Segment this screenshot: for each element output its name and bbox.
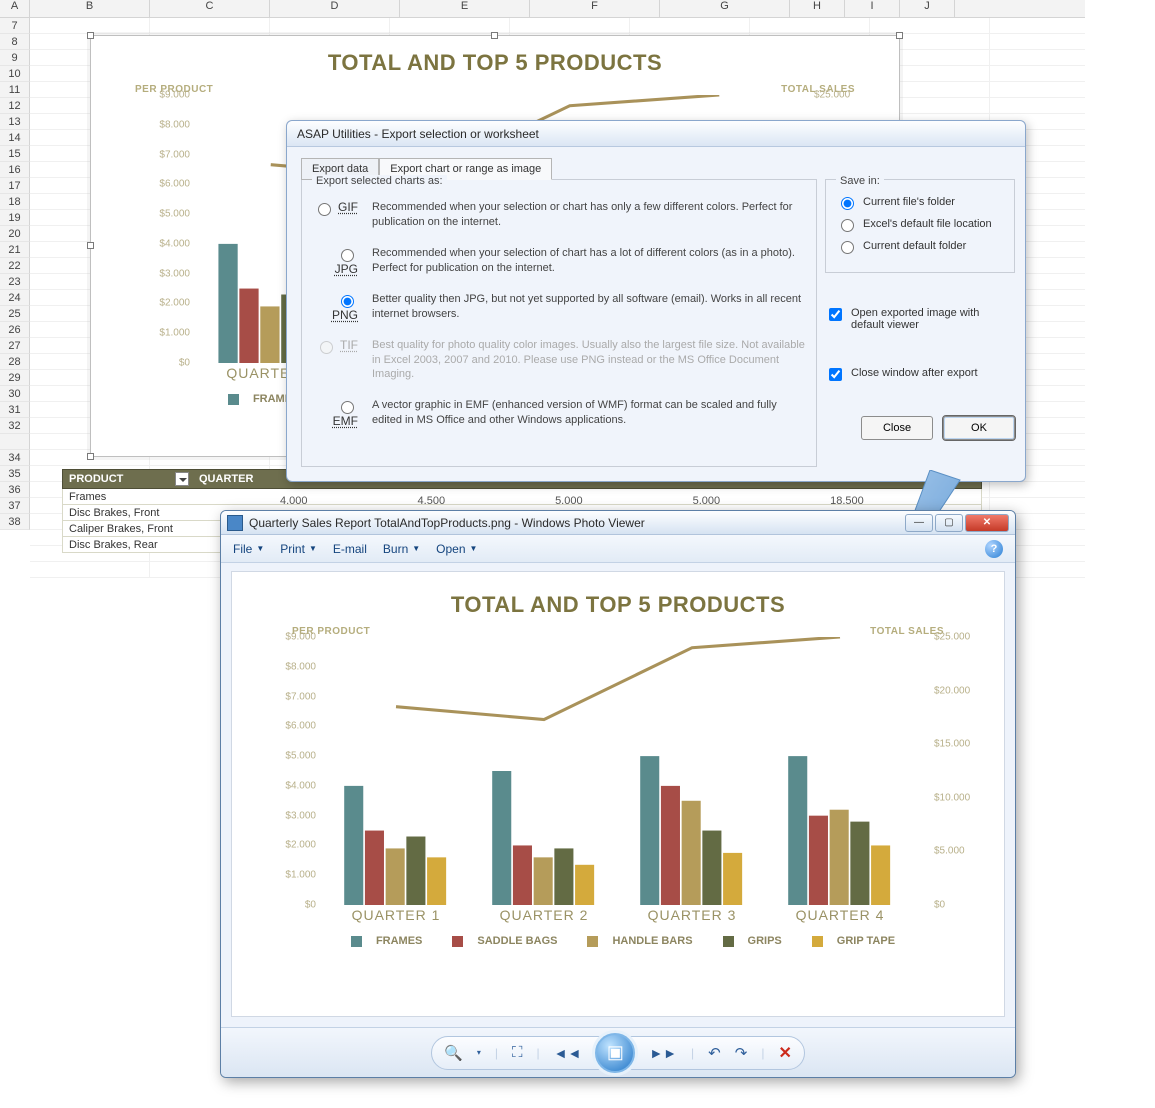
- chk-close-after[interactable]: [829, 368, 842, 381]
- pv-canvas: TOTAL AND TOP 5 PRODUCTSPER PRODUCTTOTAL…: [231, 571, 1005, 1017]
- bar: [427, 857, 446, 905]
- bar: [406, 837, 425, 905]
- chk-open-viewer[interactable]: [829, 308, 842, 321]
- chart-title: TOTAL AND TOP 5 PRODUCTS: [232, 578, 1004, 626]
- group-export-as: Export selected charts as:: [312, 175, 447, 187]
- close-window-button[interactable]: ✕: [965, 514, 1009, 532]
- legend-item: GRIPS: [713, 935, 782, 947]
- resize-handle[interactable]: [87, 32, 94, 39]
- pv-menubar: File▼ Print▼ E-mail Burn▼ Open▼ ?: [221, 535, 1015, 563]
- line-label: TOTAL: [862, 637, 896, 640]
- chk-close-after-label: Close window after export: [851, 367, 978, 379]
- legend: FRAMES SADDLE BAGS HANDLE BARS GRIPS GRIP TA…: [232, 927, 1004, 958]
- resize-handle[interactable]: [896, 32, 903, 39]
- column-headers: ABCDEFGHIJ: [0, 0, 1085, 18]
- savein-opt-0[interactable]: [841, 197, 854, 210]
- minimize-button[interactable]: —: [905, 514, 933, 532]
- bar: [260, 306, 279, 363]
- chk-open-viewer-label: Open exported image with default viewer: [851, 307, 1015, 331]
- pv-title-text: Quarterly Sales Report TotalAndTopProduc…: [249, 516, 903, 530]
- resize-handle[interactable]: [87, 453, 94, 460]
- menu-print[interactable]: Print▼: [280, 542, 317, 556]
- fmt-png-radio[interactable]: [341, 295, 354, 308]
- fmt-jpg-radio[interactable]: [341, 249, 354, 262]
- export-dialog: ASAP Utilities - Export selection or wor…: [286, 120, 1026, 482]
- menu-email[interactable]: E-mail: [333, 542, 367, 556]
- photo-viewer-window: Quarterly Sales Report TotalAndTopProduc…: [220, 510, 1016, 1078]
- bar: [386, 848, 405, 905]
- bar: [365, 831, 384, 905]
- menu-burn[interactable]: Burn▼: [383, 542, 420, 556]
- next-button[interactable]: ►►: [649, 1045, 677, 1061]
- bar: [640, 756, 659, 905]
- maximize-button[interactable]: ▢: [935, 514, 963, 532]
- bar: [661, 786, 680, 905]
- bar: [702, 831, 721, 905]
- ok-button[interactable]: OK: [943, 416, 1015, 440]
- bar: [809, 816, 828, 905]
- legend-item: GRIP TAPE: [802, 935, 895, 947]
- bar: [239, 289, 258, 363]
- rotate-ccw-icon[interactable]: ↶: [708, 1044, 721, 1062]
- legend-item: FRAMES: [341, 935, 422, 947]
- help-icon[interactable]: ?: [985, 540, 1003, 558]
- bar: [575, 865, 594, 905]
- legend-item: SADDLE BAGS: [442, 935, 557, 947]
- bar: [788, 756, 807, 905]
- savein-opt-2[interactable]: [841, 241, 854, 254]
- rotate-cw-icon[interactable]: ↷: [735, 1044, 748, 1062]
- filter-dropdown-icon[interactable]: [175, 472, 189, 486]
- bar: [513, 845, 532, 905]
- bar: [218, 244, 237, 363]
- fit-icon[interactable]: ⛶: [512, 1044, 523, 1061]
- line-label: TOTAL: [742, 95, 776, 98]
- group-save-in: Save in:: [836, 175, 884, 187]
- menu-open[interactable]: Open▼: [436, 542, 477, 556]
- slideshow-button[interactable]: ▣: [595, 1033, 635, 1073]
- x-label: QUARTER 4: [766, 907, 914, 927]
- savein-opt-1[interactable]: [841, 219, 854, 232]
- bar: [554, 848, 573, 905]
- legend-item: HANDLE BARS: [577, 935, 692, 947]
- x-label: QUARTER 2: [470, 907, 618, 927]
- x-label: QUARTER 1: [322, 907, 470, 927]
- x-label: QUARTER 3: [618, 907, 766, 927]
- bar: [871, 845, 890, 905]
- totals-row: 4.0004.5005.0005.00018.500: [280, 495, 864, 507]
- col-product: PRODUCT: [69, 473, 123, 485]
- pv-titlebar[interactable]: Quarterly Sales Report TotalAndTopProduc…: [221, 511, 1015, 535]
- col-quarter: QUARTER: [193, 473, 283, 485]
- menu-file[interactable]: File▼: [233, 542, 264, 556]
- resize-handle[interactable]: [87, 242, 94, 249]
- fmt-emf-radio[interactable]: [341, 401, 354, 414]
- bar: [534, 857, 553, 905]
- pv-toolbar: 🔍▾ | ⛶ | ◄◄ ▣ ►► | ↶ ↷ | ✕: [221, 1027, 1015, 1077]
- bar: [492, 771, 511, 905]
- total-line: [396, 637, 840, 720]
- bar: [344, 786, 363, 905]
- close-button[interactable]: Close: [861, 416, 933, 440]
- bar: [830, 810, 849, 905]
- total-sales-label: TOTAL SALES: [870, 626, 944, 637]
- bar: [723, 853, 742, 905]
- app-icon: [227, 515, 243, 531]
- prev-button[interactable]: ◄◄: [554, 1045, 582, 1061]
- delete-icon[interactable]: ✕: [778, 1043, 791, 1063]
- row-headers: 7891011121314151617181920212223242526272…: [0, 18, 30, 530]
- zoom-icon[interactable]: 🔍: [444, 1044, 463, 1062]
- dialog-title: ASAP Utilities - Export selection or wor…: [287, 121, 1025, 147]
- resize-handle[interactable]: [491, 32, 498, 39]
- bar: [850, 822, 869, 905]
- fmt-gif-radio[interactable]: [318, 203, 331, 216]
- bar: [682, 801, 701, 905]
- chart-title: TOTAL AND TOP 5 PRODUCTS: [91, 36, 899, 84]
- fmt-tif-radio: [320, 341, 333, 354]
